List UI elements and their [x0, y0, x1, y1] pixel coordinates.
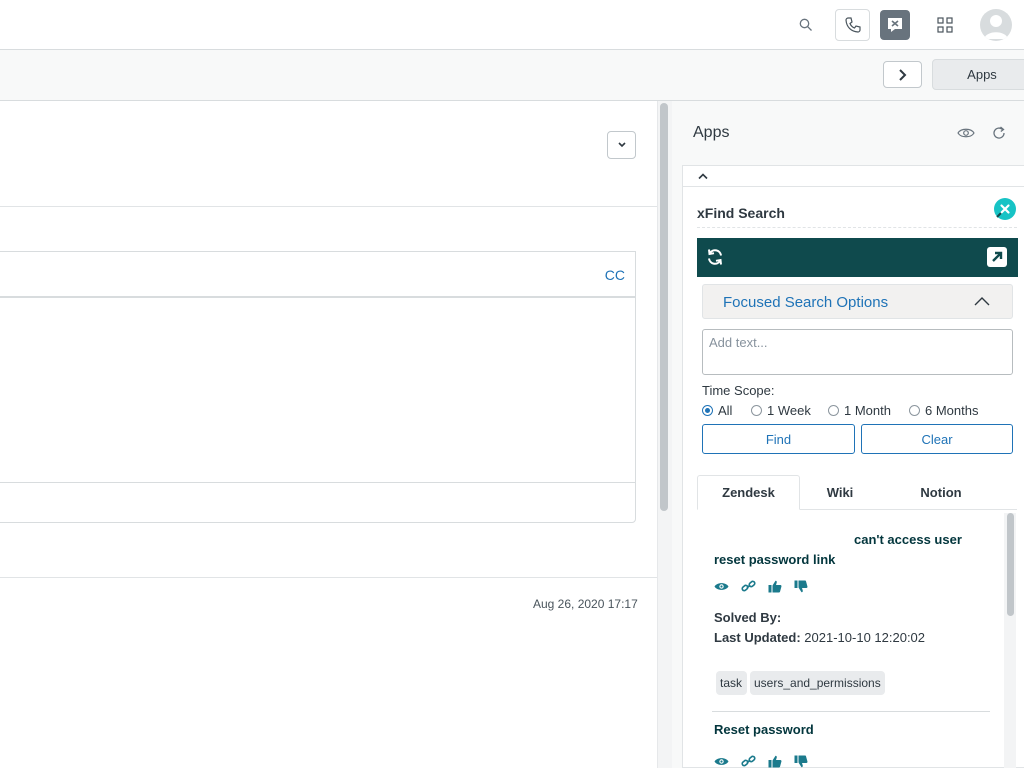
ticket-options-dropdown[interactable]	[607, 131, 636, 159]
radio-button[interactable]	[828, 405, 839, 416]
xfind-logo-icon	[996, 204, 1010, 218]
app-title: xFind Search	[697, 205, 785, 221]
chevron-right-icon	[898, 68, 906, 81]
reply-editor[interactable]	[0, 297, 636, 523]
focused-search-options-toggle[interactable]: Focused Search Options	[702, 284, 1013, 319]
xfind-toolbar	[697, 238, 1018, 277]
results-scrollbar-thumb[interactable]	[1007, 513, 1014, 616]
phone-icon	[844, 17, 861, 33]
apps-toggle-button[interactable]: Apps	[932, 59, 1024, 90]
radio-6-months[interactable]: 6 Months	[909, 403, 978, 418]
sync-button[interactable]	[706, 248, 724, 266]
radio-button[interactable]	[702, 405, 713, 416]
grid-icon	[937, 17, 953, 33]
link-icon[interactable]	[741, 755, 756, 768]
eye-icon	[957, 128, 975, 138]
main-scrollbar-thumb[interactable]	[660, 103, 668, 511]
last-updated: Last Updated: 2021-10-10 12:20:02	[714, 630, 925, 645]
radio-all[interactable]: All	[702, 403, 732, 418]
editor-toolbar-divider	[0, 482, 636, 483]
xfind-icon	[888, 18, 902, 32]
eye-icon[interactable]	[714, 756, 729, 767]
radio-label: 1 Month	[844, 403, 891, 418]
refresh-icon	[993, 126, 1005, 139]
last-updated-value: 2021-10-10 12:20:02	[804, 630, 926, 645]
secondary-toolbar	[0, 50, 1024, 101]
tab-notion[interactable]: Notion	[895, 475, 987, 510]
link-icon[interactable]	[741, 580, 756, 593]
focused-search-options-label: Focused Search Options	[723, 294, 889, 311]
phone-button[interactable]	[835, 9, 870, 41]
chevron-up-icon	[974, 297, 990, 306]
avatar-icon	[984, 15, 1008, 39]
expand-panel-button[interactable]	[883, 61, 922, 88]
radio-label: 6 Months	[925, 403, 979, 418]
tag[interactable]: users_and_permissions	[750, 671, 885, 695]
radio-1-month[interactable]: 1 Month	[828, 403, 891, 418]
eye-icon[interactable]	[714, 581, 729, 592]
open-external-button[interactable]	[986, 246, 1008, 268]
result-actions	[714, 580, 808, 593]
sync-icon	[708, 249, 722, 265]
result-title-line1[interactable]: can't access user	[854, 530, 962, 550]
user-avatar[interactable]	[980, 9, 1012, 41]
divider	[0, 206, 657, 207]
cc-link[interactable]: CC	[605, 267, 625, 283]
tag[interactable]: task	[716, 671, 747, 695]
apps-panel-title: Apps	[693, 124, 730, 141]
radio-label: All	[718, 403, 733, 418]
solved-by-label: Solved By:	[714, 610, 782, 625]
external-link-icon	[987, 247, 1007, 267]
search-button[interactable]	[795, 14, 817, 36]
search-text-input[interactable]	[702, 329, 1013, 375]
thumbs-up-icon[interactable]	[768, 755, 782, 768]
result-title[interactable]: Reset password	[714, 720, 814, 740]
thumbs-up-icon[interactable]	[768, 580, 782, 593]
tab-wiki[interactable]: Wiki	[800, 475, 880, 510]
thumbs-down-icon[interactable]	[794, 755, 808, 768]
radio-button[interactable]	[751, 405, 762, 416]
result-actions	[714, 755, 808, 768]
result-separator	[712, 711, 990, 712]
top-bar	[0, 0, 1024, 50]
xfind-app-button[interactable]	[880, 10, 910, 40]
last-updated-label: Last Updated:	[714, 630, 801, 645]
divider	[683, 186, 1024, 187]
thumbs-down-icon[interactable]	[794, 580, 808, 593]
find-button[interactable]: Find	[702, 424, 855, 454]
search-icon	[799, 18, 812, 31]
clear-button[interactable]: Clear	[861, 424, 1013, 454]
apps-grid-button[interactable]	[934, 14, 956, 36]
xfind-logo	[994, 198, 1016, 220]
divider	[697, 227, 1017, 229]
chevron-down-icon	[617, 142, 626, 148]
comment-timestamp: Aug 26, 2020 17:17	[533, 597, 638, 611]
chevron-up-icon	[698, 173, 708, 180]
tab-zendesk[interactable]: Zendesk	[697, 475, 800, 510]
divider	[0, 577, 657, 578]
reload-apps-button[interactable]	[990, 124, 1008, 142]
toggle-visibility-button[interactable]	[956, 124, 976, 142]
radio-label: 1 Week	[767, 403, 811, 418]
solved-by: Solved By:	[714, 610, 781, 625]
radio-button[interactable]	[909, 405, 920, 416]
recipients-bar: CC	[0, 251, 636, 297]
time-scope-label: Time Scope:	[702, 383, 775, 398]
radio-1-week[interactable]: 1 Week	[751, 403, 811, 418]
result-title-line2[interactable]: reset password link	[714, 550, 835, 570]
collapse-app-button[interactable]	[696, 169, 710, 183]
